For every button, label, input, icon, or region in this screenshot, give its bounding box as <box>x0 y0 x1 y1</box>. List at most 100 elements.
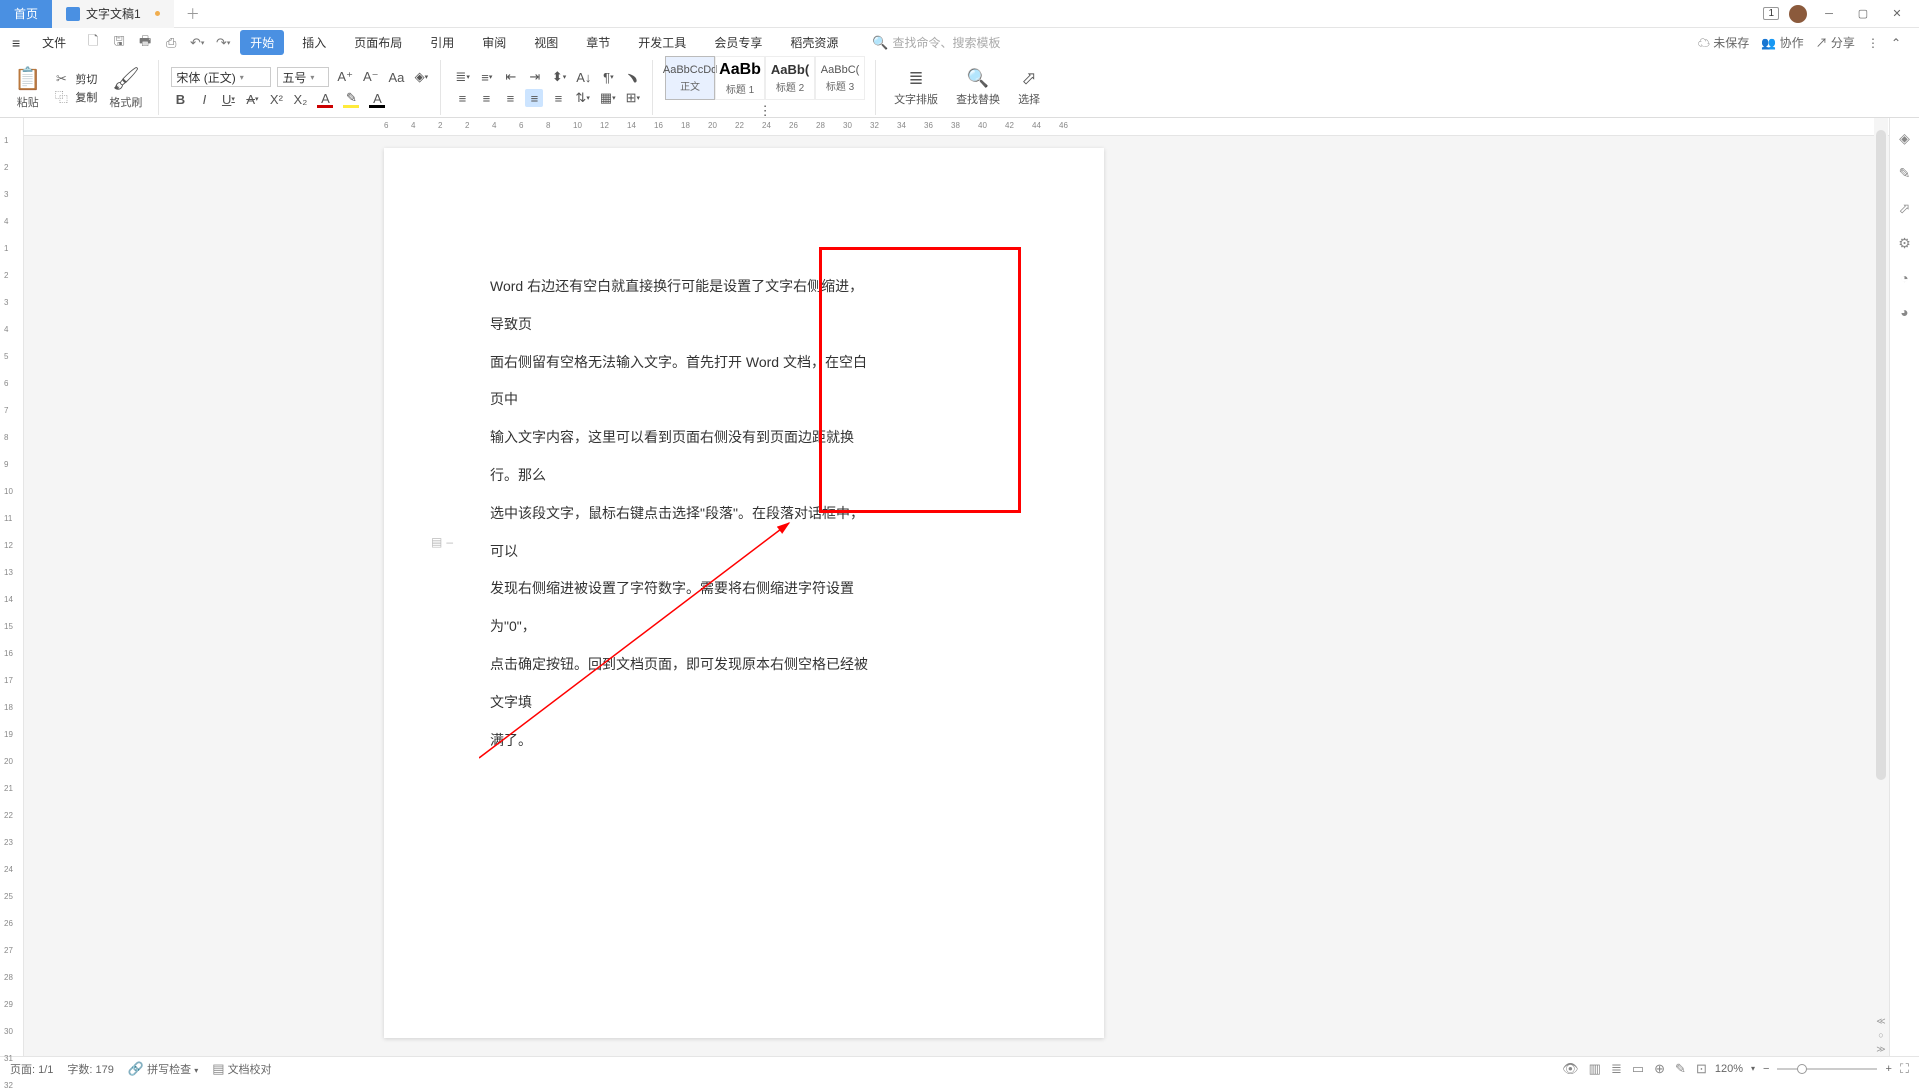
strike-button[interactable]: A▾ <box>243 90 261 108</box>
status-outline-icon[interactable]: ≣ <box>1611 1061 1622 1077</box>
highlight-button[interactable]: ✎ <box>341 90 361 108</box>
style-heading2[interactable]: AaBb(标题 2 <box>765 56 815 100</box>
sort-icon[interactable]: A↓ <box>574 68 593 86</box>
formatpainter-button[interactable]: 🖌格式刷 <box>103 64 148 112</box>
menu-start[interactable]: 开始 <box>240 30 284 55</box>
status-pen-icon[interactable]: ✎ <box>1675 1061 1686 1077</box>
sidebar-settings-icon[interactable]: ⚙ <box>1898 235 1911 252</box>
indent-less-icon[interactable]: ⇤ <box>502 68 520 86</box>
menu-insert[interactable]: 插入 <box>292 30 336 55</box>
paste-button[interactable]: 📋粘贴 <box>8 64 47 112</box>
status-spell[interactable]: 🔗 拼写检查 ▾ <box>128 1061 198 1077</box>
subscript-button[interactable]: X₂ <box>291 90 309 108</box>
underline-button[interactable]: U▾ <box>219 90 237 108</box>
sidebar-select-icon[interactable]: ⬀ <box>1899 200 1911 217</box>
status-words[interactable]: 字数: 179 <box>67 1061 113 1077</box>
collapse-ribbon-icon[interactable]: ⌃ <box>1891 36 1901 50</box>
status-readview-icon[interactable]: ▭ <box>1632 1061 1644 1077</box>
align-left-icon[interactable]: ≡ <box>453 89 471 107</box>
fontsize-combo[interactable]: 五号▾ <box>277 67 329 87</box>
bold-button[interactable]: B <box>171 90 189 108</box>
zoom-in-button[interactable]: + <box>1885 1063 1891 1075</box>
shrink-font-icon[interactable]: A⁻ <box>361 68 381 86</box>
sidebar-toolbox-icon[interactable]: ◈ <box>1899 130 1910 147</box>
hamburger-icon[interactable]: ≡ <box>8 35 24 51</box>
qa-print-icon[interactable]: 🖶 <box>136 34 154 52</box>
menu-member[interactable]: 会员专享 <box>704 30 772 55</box>
tab-document[interactable]: 文字文稿1 <box>52 0 174 28</box>
menu-devtools[interactable]: 开发工具 <box>628 30 696 55</box>
command-search[interactable]: 🔍查找命令、搜索模板 <box>872 34 1000 51</box>
status-webview-icon[interactable]: ⊕ <box>1654 1061 1665 1077</box>
indent-more-icon[interactable]: ⇥ <box>526 68 544 86</box>
more-icon[interactable]: ⋮ <box>1867 36 1879 50</box>
menu-chapter[interactable]: 章节 <box>576 30 620 55</box>
zoom-actual-icon[interactable]: ⊡ <box>1696 1061 1707 1077</box>
unsaved-indicator[interactable]: ☁ 未保存 <box>1698 34 1749 51</box>
shading-icon[interactable]: ▦▾ <box>598 89 618 107</box>
style-normal[interactable]: AaBbCcDd正文 <box>665 56 715 100</box>
qa-preview-icon[interactable]: ⎙ <box>162 34 180 52</box>
menu-pagelayout[interactable]: 页面布局 <box>344 30 412 55</box>
bullet-list-icon[interactable]: ≣▾ <box>453 68 471 86</box>
status-printview-icon[interactable]: ▥ <box>1589 1061 1601 1077</box>
select-button[interactable]: ⬀选择 <box>1012 66 1046 109</box>
pilcrow-icon[interactable]: ¶▾ <box>599 68 617 86</box>
style-heading1[interactable]: AaBb标题 1 <box>715 56 765 100</box>
close-icon[interactable]: ✕ <box>1885 2 1909 26</box>
menu-review[interactable]: 审阅 <box>472 30 516 55</box>
share-button[interactable]: ↗ 分享 <box>1816 34 1855 51</box>
clear-format-icon[interactable]: ◈▾ <box>412 68 430 86</box>
status-proof[interactable]: ▤ 文档校对 <box>212 1061 271 1077</box>
file-menu[interactable]: 文件 <box>32 30 76 55</box>
maximize-icon[interactable]: ▢ <box>1851 2 1875 26</box>
avatar[interactable] <box>1789 5 1807 23</box>
status-page[interactable]: 页面: 1/1 <box>10 1061 53 1077</box>
font-combo[interactable]: 宋体 (正文)▾ <box>171 67 271 87</box>
number-list-icon[interactable]: ≡▾ <box>478 68 496 86</box>
qa-undo-icon[interactable]: ↶ ▾ <box>188 34 206 52</box>
fontbg-button[interactable]: A <box>367 90 387 108</box>
align-distribute-icon[interactable]: ≡ <box>549 89 567 107</box>
change-case-icon[interactable]: Aa <box>387 68 407 86</box>
style-heading3[interactable]: AaBbC(标题 3 <box>815 56 865 100</box>
scroll-next-icon[interactable]: ≫ <box>1874 1042 1888 1056</box>
grow-font-icon[interactable]: A⁺ <box>335 68 355 86</box>
fullscreen-icon[interactable]: ⛶ <box>1900 1061 1909 1077</box>
scroll-mid-icon[interactable]: ○ <box>1874 1028 1888 1042</box>
textlayout-button[interactable]: ≣文字排版 <box>888 66 944 109</box>
minimize-icon[interactable]: ─ <box>1817 2 1841 26</box>
align-right-icon[interactable]: ≡ <box>501 89 519 107</box>
italic-button[interactable]: I <box>195 90 213 108</box>
zoom-slider[interactable] <box>1777 1068 1877 1070</box>
align-justify-icon[interactable]: ≡ <box>525 89 543 107</box>
scroll-prev-icon[interactable]: ≪ <box>1874 1014 1888 1028</box>
findreplace-button[interactable]: 🔍查找替换 <box>950 66 1006 109</box>
menu-reference[interactable]: 引用 <box>420 30 464 55</box>
qa-redo-icon[interactable]: ↷ ▾ <box>214 34 232 52</box>
zoom-out-button[interactable]: − <box>1763 1063 1769 1075</box>
qa-save-icon[interactable]: 🖫 <box>110 34 128 52</box>
menu-resource[interactable]: 稻壳资源 <box>780 30 848 55</box>
sidebar-pen-icon[interactable]: ✎ <box>1899 165 1911 182</box>
copy-button[interactable]: ⿻复制 <box>53 89 97 105</box>
sidebar-clip-icon[interactable]: ◔ <box>1900 270 1908 286</box>
border-icon[interactable]: ⊞▾ <box>624 89 642 107</box>
vertical-scrollbar[interactable]: ≪ ○ ≫ <box>1874 118 1888 1056</box>
sidebar-help-icon[interactable]: ◕ <box>1900 304 1908 320</box>
collab-button[interactable]: 👥 协作 <box>1761 34 1803 51</box>
scrollbar-thumb[interactable] <box>1876 130 1886 780</box>
superscript-button[interactable]: X² <box>267 90 285 108</box>
notification-badge[interactable]: 1 <box>1763 7 1779 20</box>
text-direction-icon[interactable]: ﹅ <box>623 68 641 86</box>
style-more-icon[interactable]: ⋮ <box>756 103 774 119</box>
tab-home[interactable]: 首页 <box>0 0 52 28</box>
menu-view[interactable]: 视图 <box>524 30 568 55</box>
paragraph-spacing-icon[interactable]: ⇅▾ <box>573 89 591 107</box>
qa-new-icon[interactable]: 🗋 <box>84 34 102 52</box>
align-center-icon[interactable]: ≡ <box>477 89 495 107</box>
cut-button[interactable]: ✂剪切 <box>53 71 97 87</box>
document-page[interactable]: Word 右边还有空白就直接换行可能是设置了文字右侧缩进，导致页 面右侧留有空格… <box>384 148 1104 1038</box>
linespacing-icon[interactable]: ⬍▾ <box>550 68 568 86</box>
fontcolor-button[interactable]: A <box>315 90 335 108</box>
